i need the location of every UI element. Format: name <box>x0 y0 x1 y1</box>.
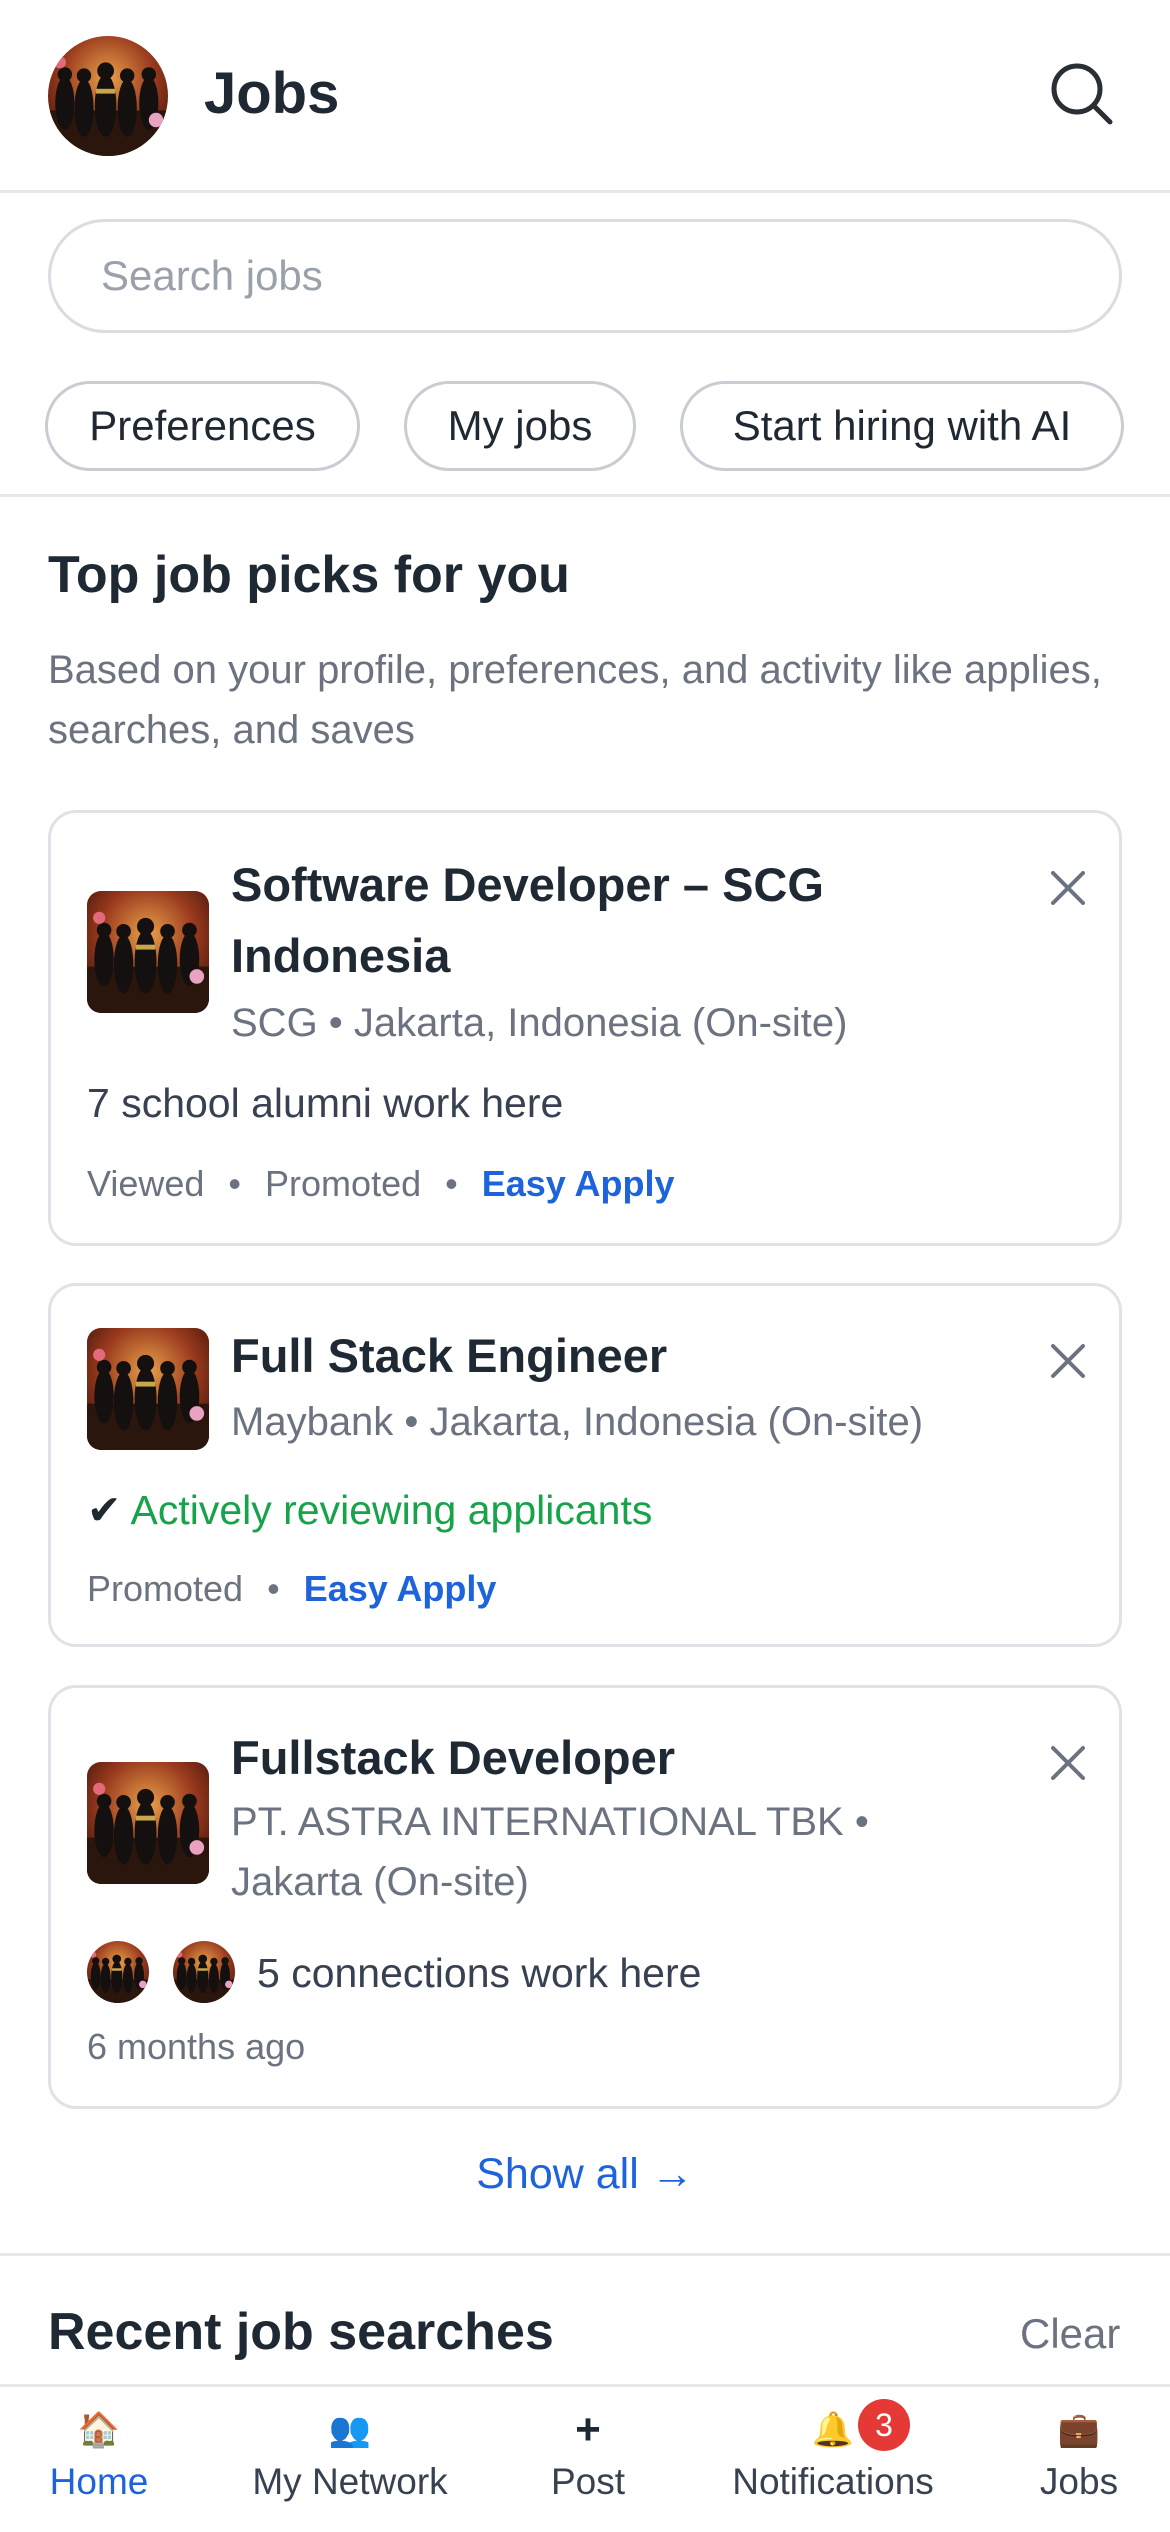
separator-dot: • <box>445 1163 458 1204</box>
easy-apply-label: Easy Apply <box>303 1568 497 1609</box>
page-title: Jobs <box>204 61 340 126</box>
connection-avatar <box>87 1941 149 2003</box>
top-bar: Jobs <box>0 0 1170 193</box>
job-card[interactable]: Fullstack Developer PT. ASTRA INTERNATIO… <box>48 1685 1122 2109</box>
briefcase-icon: 💼 <box>1057 2411 1101 2449</box>
job-title[interactable]: Software Developer – SCG Indonesia <box>231 849 991 991</box>
close-icon[interactable] <box>1043 1336 1093 1386</box>
home-icon: 🏠 <box>77 2411 121 2449</box>
network-icon: 👥 <box>328 2411 372 2449</box>
nav-label: Post <box>550 2461 626 2502</box>
top-picks-subtitle: Based on your profile, preferences, and … <box>48 648 1102 752</box>
section-divider <box>0 494 1170 497</box>
insight-text: Actively reviewing applicants <box>130 1487 653 1533</box>
job-title[interactable]: Fullstack Developer <box>231 1722 991 1793</box>
check-icon: ✔ <box>87 1487 122 1533</box>
recent-searches-title: Recent job searches <box>48 2303 554 2361</box>
job-footer: Promoted • Easy Apply <box>87 1568 496 1610</box>
section-divider <box>0 2253 1170 2256</box>
search-input[interactable] <box>48 219 1122 333</box>
job-card[interactable]: Full Stack Engineer Maybank • Jakarta, I… <box>48 1283 1122 1647</box>
nav-my-network[interactable]: 👥 My Network <box>240 2407 460 2503</box>
job-meta: PT. ASTRA INTERNATIONAL TBK • Jakarta (O… <box>231 1800 869 1904</box>
search-icon[interactable] <box>1046 58 1116 128</box>
close-icon[interactable] <box>1043 1738 1093 1788</box>
posted-time: 6 months ago <box>87 2026 306 2067</box>
nav-home[interactable]: 🏠 Home <box>34 2407 164 2503</box>
job-insight: 5 connections work here <box>257 1950 702 1996</box>
bottom-nav: 🏠 Home 👥 My Network + Post 🔔 3 Notificat… <box>0 2384 1170 2532</box>
plus-icon: + <box>575 2405 601 2454</box>
nav-label: Jobs <box>1039 2461 1119 2502</box>
company-logo <box>87 1328 209 1450</box>
job-footer: 6 months ago <box>87 2026 305 2068</box>
preferences-chip[interactable]: Preferences <box>45 381 360 471</box>
promoted-label: Promoted <box>265 1163 422 1204</box>
nav-jobs[interactable]: 💼 Jobs <box>1024 2407 1134 2503</box>
nav-notifications[interactable]: 🔔 3 Notifications <box>722 2399 944 2503</box>
job-insight: 7 school alumni work here <box>87 1080 564 1126</box>
nav-post[interactable]: + Post <box>530 2407 646 2503</box>
notification-badge: 3 <box>858 2399 910 2451</box>
bell-icon: 🔔 <box>811 2411 855 2449</box>
easy-apply-label: Easy Apply <box>481 1163 675 1204</box>
nav-label: My Network <box>252 2461 448 2502</box>
clear-button[interactable]: Clear <box>1020 2310 1120 2358</box>
job-footer: Viewed • Promoted • Easy Apply <box>87 1163 674 1205</box>
company-logo <box>87 891 209 1013</box>
separator-dot: • <box>267 1568 280 1609</box>
start-hiring-ai-chip[interactable]: Start hiring with AI <box>680 381 1124 471</box>
close-icon[interactable] <box>1043 863 1093 913</box>
actively-reviewing-insight: ✔ Actively reviewing applicants <box>87 1486 652 1534</box>
connection-avatar <box>173 1941 235 2003</box>
job-card[interactable]: Software Developer – SCG Indonesia SCG •… <box>48 810 1122 1246</box>
separator-dot: • <box>228 1163 242 1204</box>
my-jobs-chip[interactable]: My jobs <box>404 381 636 471</box>
viewed-label: Viewed <box>87 1163 205 1204</box>
company-logo <box>87 1762 209 1884</box>
job-title[interactable]: Full Stack Engineer <box>231 1320 991 1391</box>
nav-label: Notifications <box>732 2461 934 2502</box>
nav-label: Home <box>49 2461 149 2502</box>
promoted-label: Promoted <box>87 1568 244 1609</box>
show-all-link[interactable]: Show all → <box>0 2150 1170 2199</box>
job-meta: SCG • Jakarta, Indonesia (On-site) <box>231 1001 848 1045</box>
job-meta: Maybank • Jakarta, Indonesia (On-site) <box>231 1400 924 1444</box>
top-picks-title: Top job picks for you <box>48 546 570 604</box>
profile-avatar[interactable] <box>48 36 168 156</box>
